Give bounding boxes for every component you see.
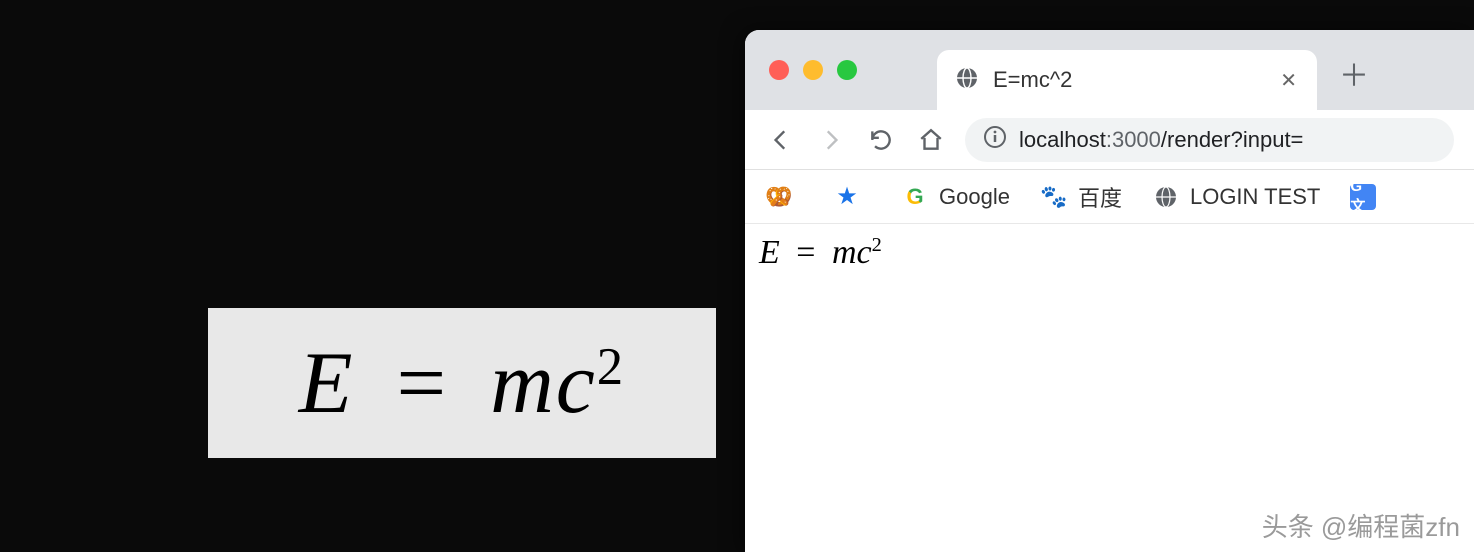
browser-tab[interactable]: E=mc^2 ✕ [937, 50, 1317, 110]
page-content: E = mc2 [745, 224, 1474, 282]
toolbar: localhost:3000/render?input= [745, 110, 1474, 170]
minimize-window-button[interactable] [803, 60, 823, 80]
formula-E: E [299, 335, 355, 432]
bookmark-label-login: LOGIN TEST [1190, 184, 1320, 210]
site-info-icon[interactable] [983, 125, 1007, 155]
url-host: localhost [1019, 127, 1106, 152]
window-controls [769, 60, 857, 80]
watermark-text: 头条 @编程菌zfn [1262, 507, 1460, 544]
bookmark-item-2[interactable]: ★ [833, 183, 871, 211]
star-icon: ★ [833, 183, 861, 211]
home-button[interactable] [915, 124, 947, 156]
maximize-window-button[interactable] [837, 60, 857, 80]
close-tab-button[interactable]: ✕ [1276, 64, 1301, 97]
globe-icon [955, 66, 979, 95]
left-dark-pane: E = mc2 [0, 0, 745, 552]
formula-exponent: 2 [597, 338, 625, 396]
gtranslate-icon: G文 [1350, 184, 1376, 210]
bookmark-item-translate[interactable]: G文 [1350, 184, 1386, 210]
address-bar[interactable]: localhost:3000/render?input= [965, 118, 1454, 162]
google-icon: G [901, 183, 929, 211]
baidu-icon: 🐾 [1040, 183, 1068, 211]
bookmark-label-baidu: 百度 [1078, 181, 1122, 213]
url-path: /render?input= [1161, 127, 1304, 152]
reload-button[interactable] [865, 124, 897, 156]
globe-dark-icon [1152, 183, 1180, 211]
formula-equals: = [397, 335, 449, 432]
bookmark-item-1[interactable]: 🥨 [765, 183, 803, 211]
close-window-button[interactable] [769, 60, 789, 80]
forward-button[interactable] [815, 124, 847, 156]
content-E: E [759, 234, 780, 271]
url-port: :3000 [1106, 127, 1161, 152]
bookmark-item-login[interactable]: LOGIN TEST [1152, 183, 1320, 211]
formula-rendered-image: E = mc2 [208, 308, 716, 458]
bookmark-label-google: Google [939, 184, 1010, 210]
new-tab-button[interactable]: ＋ [1339, 51, 1369, 95]
formula-mc: mc [490, 335, 597, 432]
pretzel-icon: 🥨 [765, 183, 793, 211]
content-exponent: 2 [872, 234, 882, 256]
bookmark-item-google[interactable]: G Google [901, 183, 1010, 211]
tab-title: E=mc^2 [993, 67, 1262, 93]
bookmarks-bar: 🥨 ★ G Google 🐾 百度 LOGIN TEST G文 [745, 170, 1474, 224]
bookmark-item-baidu[interactable]: 🐾 百度 [1040, 181, 1122, 213]
tab-bar: E=mc^2 ✕ ＋ [745, 30, 1474, 110]
content-equals: = [796, 234, 815, 271]
back-button[interactable] [765, 124, 797, 156]
browser-window: E=mc^2 ✕ ＋ localhost:3000/render?input= [745, 30, 1474, 552]
content-mc: mc [832, 234, 872, 271]
